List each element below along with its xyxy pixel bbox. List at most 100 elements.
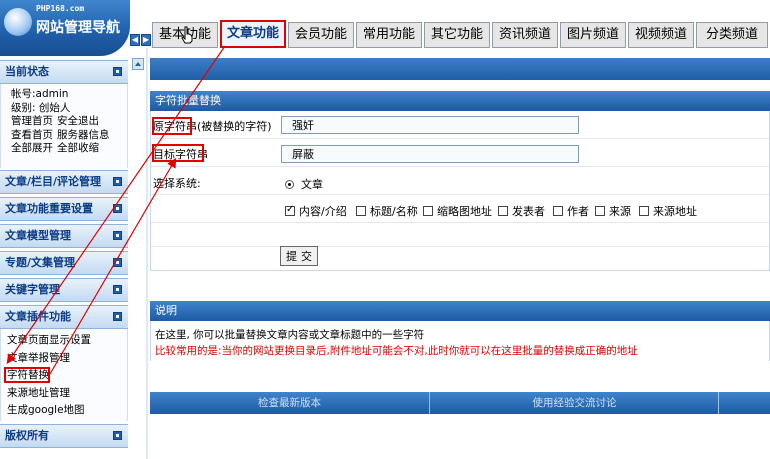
admin-home-link[interactable]: 管理首页 <box>11 115 53 127</box>
replace-form: 原字符串(被替换的字符) 目标字符串 选择系统: 文章 内容/介绍 标题/名称 … <box>150 111 770 271</box>
checkbox-icon[interactable] <box>423 206 433 216</box>
sidebar: PHP168.com 网站管理导航 当前状态 帐号:admin 级别: 创始人 … <box>0 0 130 459</box>
checkbox-icon[interactable] <box>356 206 366 216</box>
sidebar-item-source[interactable]: 来源地址管理 <box>1 385 127 403</box>
tab-category[interactable]: 分类频道 <box>696 22 768 48</box>
sidebar-section-article-manage[interactable]: 文章/栏目/评论管理 <box>0 170 128 194</box>
main-content: 字符批量替换 原字符串(被替换的字符) 目标字符串 选择系统: 文章 内容/介绍… <box>130 48 770 459</box>
field-author[interactable]: 作者 <box>553 203 589 219</box>
expand-icon[interactable] <box>113 285 122 294</box>
expand-all-link[interactable]: 全部展开 <box>11 142 53 154</box>
sidebar-section-plugin[interactable]: 文章插件功能 <box>0 305 128 329</box>
section-title: 版权所有 <box>5 429 49 442</box>
spacer-row <box>151 223 769 247</box>
collapse-icon[interactable] <box>113 312 122 321</box>
expand-icon[interactable] <box>113 231 122 240</box>
site-logo: PHP168.com 网站管理导航 <box>0 0 130 56</box>
tab-next-icon[interactable]: ▶ <box>141 34 151 46</box>
section-title: 文章功能重要设置 <box>5 202 93 215</box>
submit-button[interactable]: 提交 <box>280 246 318 266</box>
field-label: 来源地址 <box>653 205 697 218</box>
field-label: 作者 <box>567 205 589 218</box>
source-input[interactable] <box>281 116 579 134</box>
fields-row: 内容/介绍 标题/名称 缩略图地址 发表者 作者 来源 来源地址 <box>151 195 769 223</box>
server-info-link[interactable]: 服务器信息 <box>57 129 110 141</box>
checkbox-icon[interactable] <box>498 206 508 216</box>
sidebar-section-model[interactable]: 文章模型管理 <box>0 224 128 248</box>
status-level: 级别: 创始人 <box>1 102 127 116</box>
notes-panel: 在这里, 你可以批量替换文章内容或文章标题中的一些字符 比较常用的是:当你的网站… <box>150 321 770 361</box>
radio-icon[interactable] <box>285 180 294 189</box>
section-title: 当前状态 <box>5 65 49 78</box>
target-input[interactable] <box>281 145 579 163</box>
section-title: 关键字管理 <box>5 283 60 296</box>
source-hint: (被替换的字符) <box>197 120 272 133</box>
notes-warning: 比较常用的是:当你的网站更换目录后,附件地址可能会不对,此时你就可以在这里批量的… <box>155 345 638 357</box>
checkbox-icon[interactable] <box>639 206 649 216</box>
system-row: 选择系统: 文章 <box>151 167 769 195</box>
field-source-url[interactable]: 来源地址 <box>639 203 697 219</box>
tab-member[interactable]: 会员功能 <box>288 22 354 48</box>
sidebar-item-report[interactable]: 文章举报管理 <box>1 350 127 368</box>
account-label: 帐号:admin <box>11 88 69 100</box>
field-thumbnail[interactable]: 缩略图地址 <box>423 203 492 219</box>
source-row: 原字符串(被替换的字符) <box>151 111 769 139</box>
field-label: 内容/介绍 <box>299 205 347 218</box>
checkbox-checked-icon[interactable] <box>285 204 295 216</box>
expand-icon[interactable] <box>113 258 122 267</box>
tab-other[interactable]: 其它功能 <box>424 22 490 48</box>
collapse-all-link[interactable]: 全部收缩 <box>57 142 99 154</box>
tab-common[interactable]: 常用功能 <box>356 22 422 48</box>
logout-link[interactable]: 安全退出 <box>57 115 99 127</box>
logo-emblem-icon <box>4 8 32 36</box>
status-account: 帐号:admin <box>1 88 127 102</box>
form-title: 字符批量替换 <box>150 91 770 111</box>
scroll-up-icon[interactable] <box>132 58 144 70</box>
sidebar-item-google-map[interactable]: 生成google地图 <box>1 402 127 420</box>
top-strip <box>150 58 770 80</box>
field-source[interactable]: 来源 <box>595 203 631 219</box>
expand-icon[interactable] <box>113 204 122 213</box>
tab-photo[interactable]: 图片频道 <box>560 22 626 48</box>
tab-article[interactable]: 文章功能 <box>220 20 286 48</box>
field-title[interactable]: 标题/名称 <box>356 203 418 219</box>
field-label: 来源 <box>609 205 631 218</box>
section-title: 文章插件功能 <box>5 310 71 323</box>
expand-icon[interactable] <box>113 177 122 186</box>
sidebar-section-special[interactable]: 专题/文集管理 <box>0 251 128 275</box>
check-update-link[interactable]: 检查最新版本 <box>150 392 430 414</box>
system-label: 选择系统: <box>153 177 201 190</box>
field-label: 发表者 <box>512 205 545 218</box>
divider <box>146 48 148 459</box>
field-content[interactable]: 内容/介绍 <box>285 203 347 219</box>
target-row: 目标字符串 <box>151 139 769 167</box>
section-title: 文章模型管理 <box>5 229 71 242</box>
tab-news[interactable]: 资讯频道 <box>492 22 558 48</box>
logo-domain: PHP168.com <box>36 4 85 13</box>
checkbox-icon[interactable] <box>595 206 605 216</box>
sidebar-section-copyright[interactable]: 版权所有 <box>0 424 128 448</box>
expand-icon[interactable] <box>113 431 122 440</box>
footer-bar: 检查最新版本 使用经验交流讨论 <box>150 392 770 414</box>
sidebar-section-article-settings[interactable]: 文章功能重要设置 <box>0 197 128 221</box>
view-home-link[interactable]: 查看首页 <box>11 129 53 141</box>
sidebar-item-display-settings[interactable]: 文章页面显示设置 <box>1 332 127 350</box>
field-label: 缩略图地址 <box>437 205 492 218</box>
section-title: 文章/栏目/评论管理 <box>5 175 102 188</box>
collapse-icon[interactable] <box>113 67 122 76</box>
hand-cursor-icon <box>181 26 193 44</box>
field-label: 标题/名称 <box>370 205 418 218</box>
field-poster[interactable]: 发表者 <box>498 203 545 219</box>
notes-title: 说明 <box>150 301 770 321</box>
system-option[interactable]: 文章 <box>285 176 323 192</box>
tab-prev-icon[interactable]: ◀ <box>130 34 140 46</box>
sidebar-section-keyword[interactable]: 关键字管理 <box>0 278 128 302</box>
tab-scroller: ◀ ▶ <box>130 34 152 46</box>
checkbox-icon[interactable] <box>553 206 563 216</box>
highlight-target-label <box>152 144 204 162</box>
forum-link[interactable]: 使用经验交流讨论 <box>431 392 719 414</box>
system-option-label: 文章 <box>301 178 323 191</box>
highlight-replace-item <box>4 367 50 383</box>
tab-video[interactable]: 视频频道 <box>628 22 694 48</box>
sidebar-section-status[interactable]: 当前状态 <box>0 60 128 84</box>
